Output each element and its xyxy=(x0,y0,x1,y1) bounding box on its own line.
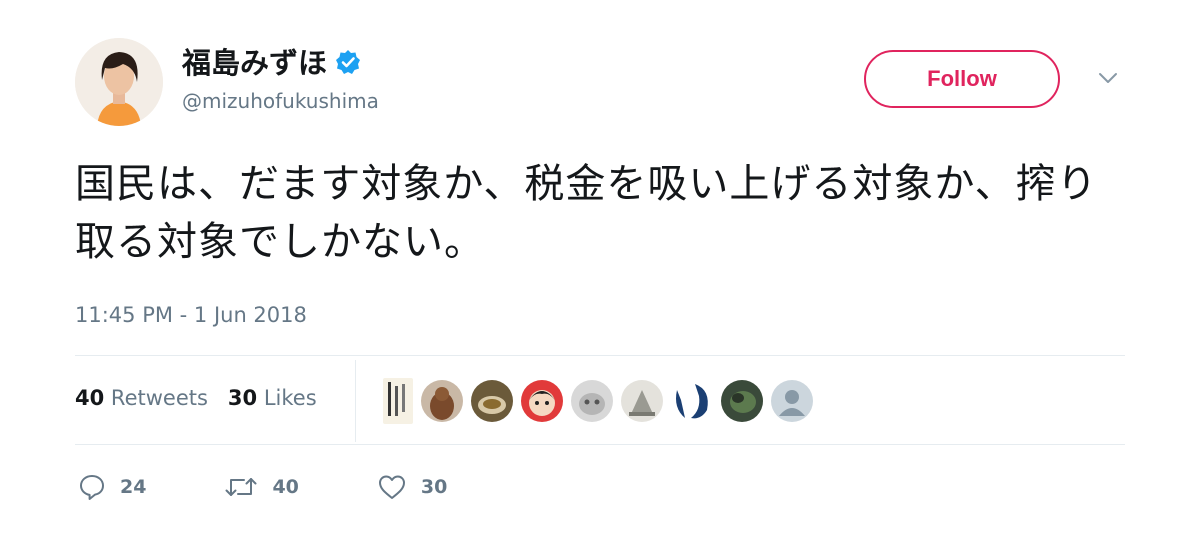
retweet-button[interactable]: 40 xyxy=(224,473,299,501)
retweets-stat[interactable]: 40 Retweets xyxy=(75,386,208,410)
divider-top xyxy=(75,355,1125,356)
engagement-stats: 40 Retweets 30 Likes xyxy=(75,386,317,410)
author-display-name-row[interactable]: 福島みずほ xyxy=(182,40,361,82)
like-button[interactable]: 30 xyxy=(377,473,447,501)
follow-button[interactable]: Follow xyxy=(864,50,1060,108)
retweets-stat-label: Retweets xyxy=(110,386,208,410)
tweet-text: 国民は、だます対象か、税金を吸い上げる対象か、搾り取る対象でしかない。 xyxy=(75,161,1098,265)
liker-avatar[interactable] xyxy=(421,380,463,422)
reply-button[interactable]: 24 xyxy=(78,473,146,501)
author-handle[interactable]: @mizuhofukushima xyxy=(182,89,379,113)
verified-badge-icon xyxy=(335,48,361,74)
liker-avatar[interactable] xyxy=(383,378,413,424)
reply-count: 24 xyxy=(120,476,147,498)
divider-bottom xyxy=(75,444,1125,445)
reply-icon xyxy=(78,473,106,501)
author-display-name[interactable]: 福島みずほ xyxy=(182,40,327,82)
liker-avatar[interactable] xyxy=(721,380,763,422)
liker-avatars xyxy=(383,378,813,424)
liker-avatar[interactable] xyxy=(621,380,663,422)
tweet-card: 福島みずほ @mizuhofukushima Follow 国民は、だます対象か… xyxy=(0,0,1200,547)
heart-icon xyxy=(377,473,407,501)
like-count: 30 xyxy=(420,476,448,498)
retweet-count: 40 xyxy=(272,476,299,498)
retweet-icon xyxy=(224,473,258,501)
tweet-actions: 24 40 30 xyxy=(78,473,525,501)
liker-avatar[interactable] xyxy=(521,380,563,422)
likes-stat[interactable]: 30 Likes xyxy=(228,386,317,410)
stats-separator xyxy=(355,360,356,442)
tweet-timestamp[interactable]: 11:45 PM - 1 Jun 2018 xyxy=(75,303,307,327)
likes-stat-label: Likes xyxy=(263,386,317,410)
chevron-down-icon[interactable] xyxy=(1096,68,1120,88)
liker-avatar[interactable] xyxy=(571,380,613,422)
author-avatar[interactable] xyxy=(75,38,163,126)
liker-avatar[interactable] xyxy=(471,380,513,422)
liker-avatar[interactable] xyxy=(671,380,713,422)
likes-stat-count: 30 xyxy=(227,386,258,410)
liker-avatar-default[interactable] xyxy=(771,380,813,422)
retweets-stat-count: 40 xyxy=(75,386,105,410)
